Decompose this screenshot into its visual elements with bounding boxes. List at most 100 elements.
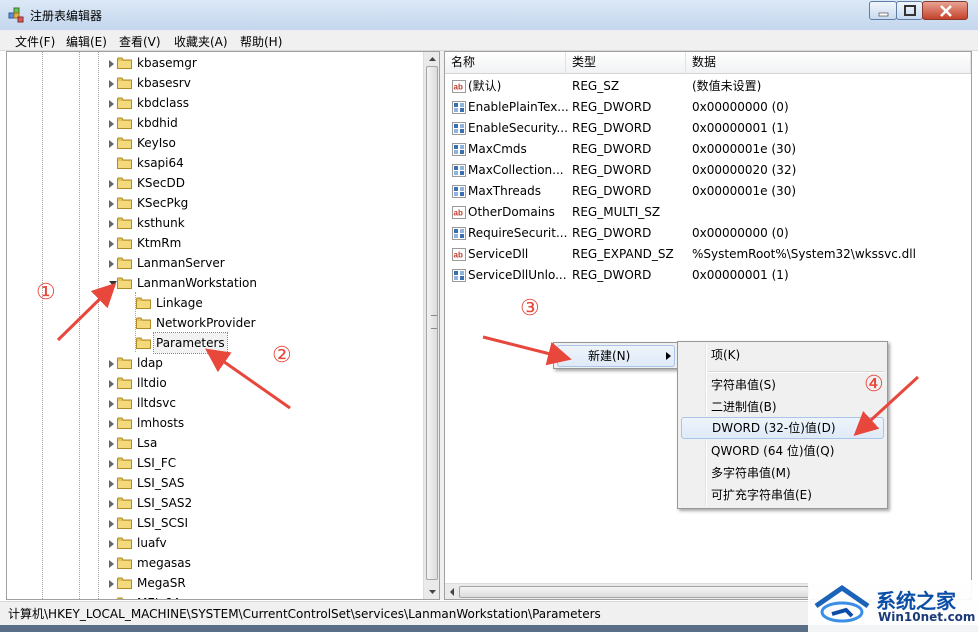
- submenu-item-string[interactable]: 字符串值(S): [681, 374, 884, 396]
- value-type: REG_DWORD: [572, 121, 652, 135]
- values-pane[interactable]: 名称 类型 数据 ab (默认) REG_SZ (数值未设置) EnablePlainT…: [444, 51, 972, 600]
- tree-item-label: LSI_SAS2: [137, 496, 193, 510]
- folder-icon: [117, 97, 132, 109]
- tree-item-label: LSI_SAS: [137, 476, 185, 490]
- expand-arrow-icon[interactable]: [109, 520, 114, 528]
- value-row[interactable]: ab ServiceDll REG_EXPAND_SZ %SystemRoot%\Sy…: [445, 244, 971, 265]
- tree-vertical-scrollbar[interactable]: [423, 52, 440, 599]
- value-row[interactable]: ab OtherDomains REG_MULTI_SZ: [445, 202, 971, 223]
- expand-arrow-icon[interactable]: [109, 500, 114, 508]
- submenu-item-dword[interactable]: DWORD (32-位)值(D): [681, 417, 884, 439]
- expand-arrow-icon[interactable]: [109, 560, 114, 568]
- submenu-item-expandable-string[interactable]: 可扩充字符串值(E): [681, 484, 884, 506]
- menu-file[interactable]: 文件(F): [12, 32, 58, 51]
- expand-arrow-icon[interactable]: [109, 180, 114, 188]
- tree-item-label: KeyIso: [137, 136, 176, 150]
- value-row[interactable]: MaxCmds REG_DWORD 0x0000001e (30): [445, 139, 971, 160]
- string-value-icon: ab: [452, 206, 466, 219]
- value-name: MaxCollection...: [468, 163, 564, 177]
- value-row[interactable]: EnablePlainTex... REG_DWORD 0x00000000 (0): [445, 97, 971, 118]
- scroll-left-icon[interactable]: [445, 584, 459, 600]
- expand-arrow-icon[interactable]: [109, 380, 114, 388]
- string-value-icon: ab: [452, 80, 466, 93]
- svg-text:ab: ab: [454, 251, 463, 260]
- value-row[interactable]: MaxThreads REG_DWORD 0x0000001e (30): [445, 181, 971, 202]
- expand-arrow-icon[interactable]: [109, 200, 114, 208]
- folder-icon: [117, 117, 132, 129]
- value-name: ServiceDllUnlo...: [468, 268, 567, 282]
- folder-icon: [117, 277, 132, 289]
- value-type: REG_MULTI_SZ: [572, 205, 661, 219]
- value-type: REG_DWORD: [572, 184, 652, 198]
- menu-favorites[interactable]: 收藏夹(A): [171, 32, 231, 51]
- expand-arrow-icon[interactable]: [109, 480, 114, 488]
- menu-edit[interactable]: 编辑(E): [63, 32, 110, 51]
- tree-item-label: KSecPkg: [137, 196, 189, 210]
- values-column-header: 名称 类型 数据: [445, 52, 971, 74]
- close-icon: [940, 5, 952, 17]
- window-title: 注册表编辑器: [30, 9, 103, 23]
- expand-arrow-icon[interactable]: [109, 60, 114, 68]
- binary-value-icon: [452, 143, 466, 156]
- tree-item-label: Linkage: [156, 296, 203, 310]
- folder-icon: [117, 137, 132, 149]
- scroll-down-icon[interactable]: [424, 585, 440, 599]
- value-row[interactable]: ServiceDllUnlo... REG_DWORD 0x00000001 (1): [445, 265, 971, 286]
- expand-arrow-icon[interactable]: [109, 120, 114, 128]
- value-row[interactable]: ab (默认) REG_SZ (数值未设置): [445, 76, 971, 97]
- title-bar[interactable]: 注册表编辑器: [0, 0, 978, 30]
- tree-item-label: luafv: [137, 536, 167, 550]
- annotation-step-1: ①: [36, 280, 56, 305]
- collapse-arrow-icon[interactable]: [109, 281, 117, 286]
- expand-arrow-icon[interactable]: [109, 100, 114, 108]
- annotation-step-2: ②: [272, 343, 292, 368]
- tree-item-label: ksthunk: [137, 216, 185, 230]
- house-logo-icon: [814, 584, 870, 623]
- maximize-button[interactable]: [896, 1, 923, 20]
- tree-item-label: megasas: [137, 556, 191, 570]
- expand-arrow-icon[interactable]: [109, 420, 114, 428]
- expand-arrow-icon[interactable]: [109, 220, 114, 228]
- column-type-header[interactable]: 类型: [566, 52, 686, 73]
- expand-arrow-icon[interactable]: [109, 540, 114, 548]
- expand-arrow-icon[interactable]: [109, 260, 114, 268]
- submenu-item-key[interactable]: 项(K): [681, 344, 884, 366]
- value-data: 0x00000000 (0): [692, 100, 789, 114]
- folder-icon: [117, 497, 132, 509]
- value-row[interactable]: RequireSecurit... REG_DWORD 0x00000000 (0): [445, 223, 971, 244]
- folder-icon: [117, 157, 132, 169]
- expand-arrow-icon[interactable]: [109, 440, 114, 448]
- value-row[interactable]: MaxCollection... REG_DWORD 0x00000020 (32): [445, 160, 971, 181]
- column-data-header[interactable]: 数据: [686, 52, 971, 73]
- folder-icon: [117, 177, 132, 189]
- expand-arrow-icon[interactable]: [109, 140, 114, 148]
- folder-icon: [136, 317, 151, 329]
- minimize-button[interactable]: [869, 1, 897, 20]
- folder-icon: [117, 437, 132, 449]
- tree-item-label: ldap: [137, 356, 163, 370]
- value-type: REG_DWORD: [572, 163, 652, 177]
- submenu-item-binary[interactable]: 二进制值(B): [681, 396, 884, 418]
- menu-item-new-label: 新建(N): [588, 349, 631, 363]
- expand-arrow-icon[interactable]: [109, 360, 114, 368]
- menu-help[interactable]: 帮助(H): [237, 32, 285, 51]
- menu-view[interactable]: 查看(V): [116, 32, 164, 51]
- tree-guide-line: [98, 52, 99, 599]
- expand-arrow-icon[interactable]: [109, 460, 114, 468]
- expand-arrow-icon[interactable]: [109, 240, 114, 248]
- expand-arrow-icon[interactable]: [109, 400, 114, 408]
- scroll-up-icon[interactable]: [424, 52, 440, 66]
- value-row[interactable]: EnableSecurity... REG_DWORD 0x00000001 (1): [445, 118, 971, 139]
- maximize-icon: [904, 5, 916, 16]
- expand-arrow-icon[interactable]: [109, 80, 114, 88]
- values-scroll-thumb[interactable]: [459, 586, 809, 598]
- menu-item-new[interactable]: 新建(N): [557, 345, 675, 367]
- close-button[interactable]: [922, 1, 968, 20]
- key-tree-pane[interactable]: kbasemgr kbasesrv kbdclass kbdhid KeyIso ksap…: [6, 51, 440, 600]
- column-name-header[interactable]: 名称: [445, 52, 566, 73]
- tree-scroll-thumb[interactable]: [426, 66, 438, 580]
- submenu-item-qword[interactable]: QWORD (64 位)值(Q): [681, 440, 884, 462]
- submenu-item-multi-string[interactable]: 多字符串值(M): [681, 462, 884, 484]
- expand-arrow-icon[interactable]: [109, 580, 114, 588]
- menu-bar: 文件(F) 编辑(E) 查看(V) 收藏夹(A) 帮助(H): [0, 30, 978, 51]
